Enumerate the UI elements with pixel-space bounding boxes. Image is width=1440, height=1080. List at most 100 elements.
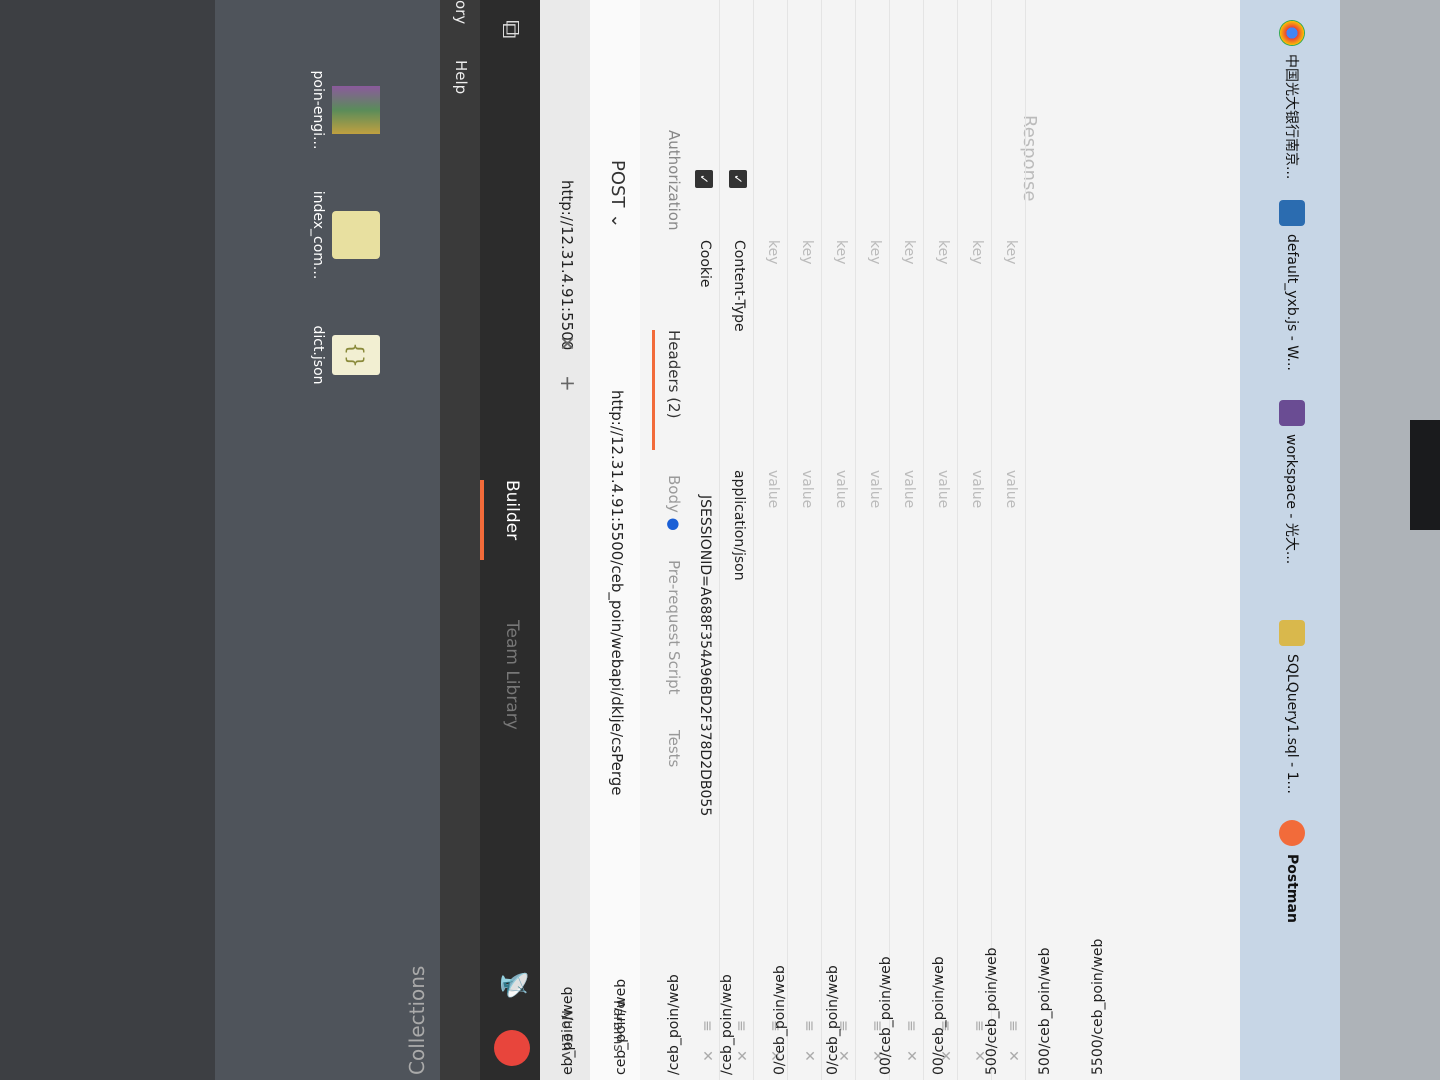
desktop-icon-label: index_com...: [310, 190, 326, 280]
sync-status-icon[interactable]: [494, 1030, 530, 1066]
header-value[interactable]: value: [765, 470, 781, 508]
header-key[interactable]: Content-Type: [731, 240, 747, 332]
drag-handle-icon[interactable]: ≡: [801, 1020, 817, 1032]
method-select[interactable]: POST ⌄: [607, 160, 628, 228]
sql-icon: [1279, 620, 1305, 646]
header-value[interactable]: value: [969, 470, 985, 508]
sidebar-collection-item[interactable]: 0/ceb_poin/web: [825, 965, 841, 1075]
menu-history[interactable]: ory: [452, 0, 470, 24]
vscode-icon: [1279, 200, 1305, 226]
menu-help[interactable]: Help: [452, 60, 470, 94]
desktop-icon-label: poin-engi...: [310, 70, 326, 150]
drag-handle-icon[interactable]: ≡: [903, 1020, 919, 1032]
monitor-stand: [1410, 420, 1440, 530]
header-enabled-checkbox[interactable]: ✓: [695, 170, 713, 188]
header-row: key value ≡ ✕: [823, 0, 856, 1080]
tab-headers[interactable]: Headers (2): [665, 330, 683, 418]
taskbar-label: SQLQuery1.sql - 1...: [1284, 654, 1300, 794]
close-tab-icon[interactable]: ×: [556, 335, 580, 352]
header-row: ✓ Content-Type application/json ≡ ✕: [721, 0, 754, 1080]
sidebar-collection-item[interactable]: 5500/ceb_poin/web: [1090, 939, 1106, 1075]
postman-icon: [1279, 820, 1305, 846]
delete-row-icon[interactable]: ✕: [733, 1050, 749, 1062]
header-key[interactable]: key: [765, 240, 781, 265]
header-value[interactable]: JSESSIONID=A688F354A96BD2F378D2DB055: [697, 495, 713, 816]
header-row: key value ≡ ✕: [993, 0, 1026, 1080]
drag-handle-icon[interactable]: ≡: [733, 1020, 749, 1032]
body-dot-icon: ●: [665, 517, 683, 531]
taskbar-label: Postman: [1284, 854, 1300, 923]
header-value[interactable]: value: [833, 470, 849, 508]
desktop-icon-dict[interactable]: {} dict.json: [310, 300, 380, 410]
desktop-icon-index[interactable]: index_com...: [310, 170, 380, 300]
url-input[interactable]: http://12.31.4.91:5500/ceb_poin/webapi/d…: [608, 390, 626, 796]
drag-handle-icon[interactable]: ≡: [1005, 1020, 1021, 1032]
drag-handle-icon[interactable]: ≡: [699, 1020, 715, 1032]
active-tab-underline: [652, 330, 655, 450]
tab-authorization[interactable]: Authorization: [665, 130, 683, 230]
header-row: key value ≡ ✕: [857, 0, 890, 1080]
tab-tests[interactable]: Tests: [665, 730, 683, 767]
taskbar-item-sql[interactable]: SQLQuery1.sql - 1...: [1262, 620, 1322, 794]
monitor-screen: 中国光大银行南京... default_yxb.js - W... worksp…: [215, 0, 1340, 1080]
sidebar-collection-item[interactable]: 500/ceb_poin/web: [984, 947, 1000, 1075]
collections-title[interactable]: Collections: [405, 966, 429, 1075]
sidebar-collection-item[interactable]: /ceb_poin/web: [666, 974, 682, 1075]
header-key[interactable]: key: [901, 240, 917, 265]
header-key[interactable]: key: [867, 240, 883, 265]
sidebar-collection-item[interactable]: ceb_poin/web: [613, 979, 629, 1075]
header-value[interactable]: value: [1003, 470, 1019, 508]
background-floor: [1340, 0, 1440, 1080]
postman-header: ⧉ Builder Team Library 📡: [480, 0, 540, 1080]
taskbar-item-browser[interactable]: 中国光大银行南京...: [1262, 20, 1322, 179]
nav-builder[interactable]: Builder: [502, 480, 522, 540]
header-row: key value ≡ ✕: [959, 0, 992, 1080]
header-value[interactable]: value: [901, 470, 917, 508]
header-value[interactable]: value: [867, 470, 883, 508]
taskbar-label: workspace - 光大...: [1283, 434, 1299, 565]
satellite-icon[interactable]: 📡: [500, 970, 528, 1000]
eclipse-icon: [1279, 400, 1305, 426]
header-value[interactable]: application/json: [731, 470, 747, 581]
delete-row-icon[interactable]: ✕: [903, 1050, 919, 1062]
delete-row-icon[interactable]: ✕: [699, 1050, 715, 1062]
add-tab-icon[interactable]: +: [556, 375, 580, 392]
tab-body-label: Body: [665, 475, 683, 513]
taskbar-label: 中国光大银行南京...: [1283, 54, 1299, 180]
sidebar-collection-item[interactable]: 500/ceb_poin/web: [1037, 947, 1053, 1075]
json-file-icon: {}: [332, 335, 380, 375]
taskbar-item-postman[interactable]: Postman: [1262, 820, 1322, 923]
sidebar-collection-item[interactable]: 0/ceb_poin/web: [772, 965, 788, 1075]
header-key[interactable]: key: [935, 240, 951, 265]
header-key[interactable]: key: [833, 240, 849, 265]
header-row: key value ≡ ✕: [789, 0, 822, 1080]
script-icon: [332, 211, 380, 259]
sidebar-collection-item[interactable]: /ceb_poin/web: [719, 974, 735, 1075]
request-tab[interactable]: http://12.31.4.91:5500: [558, 180, 576, 350]
desktop-icon-poin[interactable]: poin-engi...: [310, 50, 380, 170]
header-key[interactable]: Cookie: [697, 240, 713, 288]
delete-row-icon[interactable]: ✕: [1005, 1050, 1021, 1062]
tab-prerequest[interactable]: Pre-request Script: [665, 560, 683, 695]
desktop: poin-engi... index_com... {} dict.json: [215, 0, 440, 1080]
tab-body[interactable]: Body ●: [665, 475, 683, 531]
header-key[interactable]: key: [1003, 240, 1019, 265]
builder-underline: [480, 480, 484, 560]
taskbar-item-editor[interactable]: default_yxb.js - W...: [1262, 200, 1322, 371]
header-value[interactable]: value: [799, 470, 815, 508]
tab-strip: http://12.31.4.91:5500 × + No Env: [540, 0, 590, 1080]
header-key[interactable]: key: [799, 240, 815, 265]
delete-row-icon[interactable]: ✕: [801, 1050, 817, 1062]
subtabs: Authorization Headers (2) Body ● Pre-req…: [645, 0, 695, 1080]
nav-team-library[interactable]: Team Library: [502, 620, 522, 730]
taskbar-label: default_yxb.js - W...: [1284, 234, 1300, 371]
sidebar-collection-item[interactable]: 00/ceb_poin/web: [878, 956, 894, 1075]
sidebar-collection-item[interactable]: eb_poin/web: [560, 987, 576, 1075]
chrome-icon: [1279, 20, 1305, 46]
taskbar-item-workspace[interactable]: workspace - 光大...: [1262, 400, 1322, 564]
new-window-icon[interactable]: ⧉: [495, 20, 526, 39]
header-value[interactable]: value: [935, 470, 951, 508]
sidebar-collection-item[interactable]: 00/ceb_poin/web: [931, 956, 947, 1075]
header-key[interactable]: key: [969, 240, 985, 265]
header-enabled-checkbox[interactable]: ✓: [729, 170, 747, 188]
